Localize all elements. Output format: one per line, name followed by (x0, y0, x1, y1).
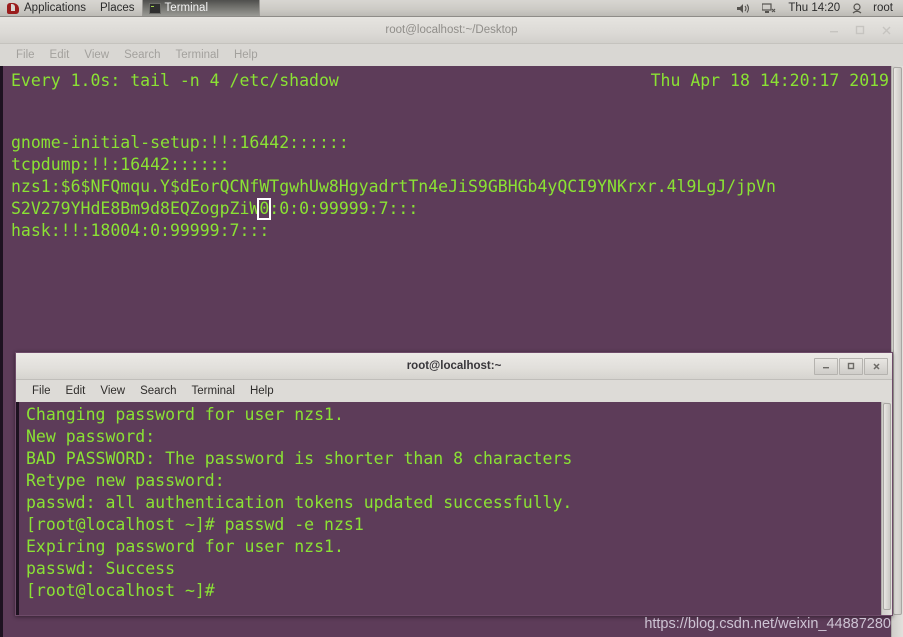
watermark-text: https://blog.csdn.net/weixin_44887280 (644, 616, 891, 632)
wrapped-suffix-text: :0:0:99999:7::: (269, 199, 419, 218)
inner-terminal-window: root@localhost:~ File Edit View Search T… (15, 352, 893, 616)
inner-window-controls (813, 353, 888, 379)
outer-window-titlebar[interactable]: root@localhost:~/Desktop (0, 17, 903, 44)
top-panel-left-group: Applications Places Terminal (0, 0, 260, 16)
terminal-line-passwd-expire-command: [root@localhost ~]# passwd -e nzs1 (26, 515, 364, 534)
network-icon[interactable] (756, 0, 782, 16)
inner-terminal-output: Changing password for user nzs1. New pas… (26, 404, 572, 602)
watch-timestamp: Thu Apr 18 14:20:17 2019 (650, 71, 889, 90)
gnome-top-panel: Applications Places Terminal Thu 14:20 r… (0, 0, 903, 17)
menu-view[interactable]: View (77, 47, 117, 63)
menu-file[interactable]: File (25, 383, 59, 399)
terminal-line-retype-password: Retype new password: (26, 471, 225, 490)
menu-file[interactable]: File (9, 47, 43, 63)
watch-header-line: Every 1.0s: tail -n 4 /etc/shadow Thu Ap… (11, 70, 889, 92)
menu-edit[interactable]: Edit (43, 47, 78, 63)
inner-window-titlebar[interactable]: root@localhost:~ (16, 353, 892, 380)
terminal-line-expiring-password: Expiring password for user nzs1. (26, 537, 344, 556)
menu-help[interactable]: Help (227, 47, 266, 63)
menu-edit[interactable]: Edit (59, 383, 94, 399)
shadow-line-hask: hask:!!:18004:0:99999:7::: (11, 221, 270, 240)
close-button[interactable] (864, 357, 888, 375)
inner-scrollbar-thumb[interactable] (883, 403, 891, 610)
shadow-file-output: gnome-initial-setup:!!:16442:::::: tcpdu… (11, 132, 776, 242)
volume-icon[interactable] (731, 0, 756, 16)
menu-view[interactable]: View (93, 383, 133, 399)
taskbar-item-terminal[interactable]: Terminal (141, 0, 260, 16)
menu-help[interactable]: Help (243, 383, 282, 399)
maximize-button[interactable] (839, 357, 863, 375)
fedora-logo-icon (7, 2, 19, 14)
taskbar-item-terminal-label: Terminal (164, 2, 209, 14)
terminal-line-changing-password: Changing password for user nzs1. (26, 405, 344, 424)
top-panel-right-group: Thu 14:20 root (731, 0, 903, 16)
shadow-line-nzs1: nzs1:$6$NFQmqu.Y$dEorQCNfWTgwhUw8Hgyadrt… (11, 177, 776, 196)
places-menu[interactable]: Places (93, 0, 142, 16)
terminal-line-bad-password: BAD PASSWORD: The password is shorter th… (26, 449, 573, 468)
menu-terminal[interactable]: Terminal (185, 383, 243, 399)
inner-window-title: root@localhost:~ (406, 360, 502, 372)
user-icon[interactable] (846, 0, 871, 16)
user-name-label[interactable]: root (871, 2, 897, 14)
close-button[interactable] (873, 19, 899, 41)
outer-scrollbar-thumb[interactable] (893, 67, 902, 616)
outer-window-controls (821, 17, 899, 43)
outer-window-menubar: File Edit View Search Terminal Help (0, 44, 903, 67)
menu-search[interactable]: Search (117, 47, 168, 63)
inner-terminal-screen[interactable]: Changing password for user nzs1. New pas… (16, 402, 892, 615)
clock[interactable]: Thu 14:20 (782, 2, 846, 14)
menu-terminal[interactable]: Terminal (169, 47, 227, 63)
terminal-line-prompt: [root@localhost ~]# (26, 581, 215, 600)
minimize-button[interactable] (821, 19, 847, 41)
inner-window-menubar: File Edit View Search Terminal Help (16, 380, 892, 403)
shadow-line-nzs1-wrapped: S2V279YHdE8Bm9d8EQZogpZiW0:0:0:99999:7::… (11, 198, 776, 220)
shadow-line-gnome-initial-setup: gnome-initial-setup:!!:16442:::::: (11, 133, 349, 152)
applications-menu[interactable]: Applications (0, 0, 93, 16)
maximize-button[interactable] (847, 19, 873, 41)
terminal-line-passwd-success: passwd: Success (26, 559, 176, 578)
applications-menu-label: Applications (24, 2, 87, 14)
terminal-icon (148, 2, 161, 14)
inner-terminal-scrollbar[interactable] (881, 402, 892, 615)
wrapped-hash-text: S2V279YHdE8Bm9d8EQZogpZiW (11, 199, 260, 218)
terminal-line-tokens-updated: passwd: all authentication tokens update… (26, 493, 573, 512)
shadow-line-tcpdump: tcpdump:!!:16442:::::: (11, 155, 230, 174)
minimize-button[interactable] (814, 357, 838, 375)
menu-search[interactable]: Search (133, 383, 184, 399)
places-menu-label: Places (100, 2, 135, 14)
outer-window-title: root@localhost:~/Desktop (385, 24, 518, 36)
watch-command-label: Every 1.0s: tail -n 4 /etc/shadow (11, 71, 339, 90)
terminal-line-new-password: New password: (26, 427, 156, 446)
